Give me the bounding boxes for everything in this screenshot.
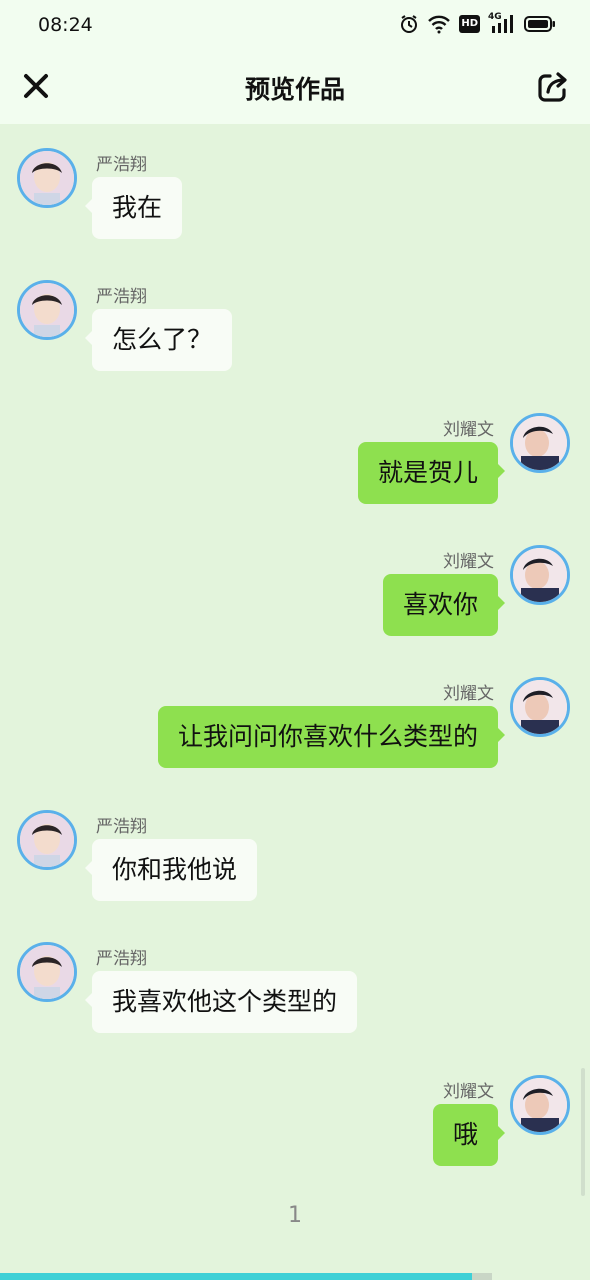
sender-name: 严浩翔 <box>96 287 147 307</box>
message-bubble[interactable]: 喜欢你 <box>382 574 506 636</box>
sender-name: 严浩翔 <box>96 817 147 837</box>
message-item: 严浩翔 你和我他说 <box>0 810 590 920</box>
hd-icon: HD <box>459 15 480 33</box>
message-item: 刘耀文 喜欢你 <box>0 545 590 655</box>
avatar[interactable] <box>17 810 77 870</box>
message-bubble[interactable]: 就是贺儿 <box>357 442 506 504</box>
avatar[interactable] <box>510 545 570 605</box>
alarm-icon <box>399 14 419 34</box>
message-bubble[interactable]: 我在 <box>84 177 183 239</box>
avatar[interactable] <box>17 148 77 208</box>
progress-bar <box>0 1273 492 1280</box>
message-item: 刘耀文 哦 <box>0 1075 590 1185</box>
status-icons: HD 4G <box>399 12 556 34</box>
avatar[interactable] <box>510 677 570 737</box>
progress-fill <box>0 1273 473 1280</box>
status-bar: 08:24 HD 4G <box>0 0 590 52</box>
battery-icon <box>524 15 556 33</box>
sender-name: 刘耀文 <box>443 552 494 572</box>
signal-4g-icon: 4G <box>488 12 516 34</box>
status-time: 08:24 <box>38 14 93 36</box>
app-bar: 预览作品 <box>0 52 590 124</box>
wifi-icon <box>427 14 451 34</box>
sender-name: 严浩翔 <box>96 949 147 969</box>
avatar[interactable] <box>510 1075 570 1135</box>
sender-name: 刘耀文 <box>443 420 494 440</box>
message-item: 严浩翔 我喜欢他这个类型的 <box>0 942 590 1052</box>
message-item: 刘耀文 让我问问你喜欢什么类型的 <box>0 677 590 787</box>
message-bubble[interactable]: 让我问问你喜欢什么类型的 <box>157 706 506 768</box>
message-item: 刘耀文 就是贺儿 <box>0 413 590 523</box>
share-icon[interactable] <box>536 70 570 104</box>
avatar[interactable] <box>510 413 570 473</box>
scrollbar[interactable] <box>581 1068 585 1196</box>
message-item: 严浩翔 我在 <box>0 148 590 258</box>
avatar[interactable] <box>17 280 77 340</box>
sender-name: 刘耀文 <box>443 1082 494 1102</box>
message-bubble[interactable]: 你和我他说 <box>84 839 258 901</box>
page-number: 1 <box>288 1203 302 1228</box>
message-bubble[interactable]: 我喜欢他这个类型的 <box>84 971 358 1033</box>
sender-name: 刘耀文 <box>443 684 494 704</box>
avatar[interactable] <box>17 942 77 1002</box>
sender-name: 严浩翔 <box>96 155 147 175</box>
message-item: 严浩翔 怎么了？ <box>0 280 590 390</box>
page-title: 预览作品 <box>244 75 345 104</box>
message-bubble[interactable]: 怎么了？ <box>84 309 233 371</box>
message-bubble[interactable]: 哦 <box>432 1104 506 1166</box>
